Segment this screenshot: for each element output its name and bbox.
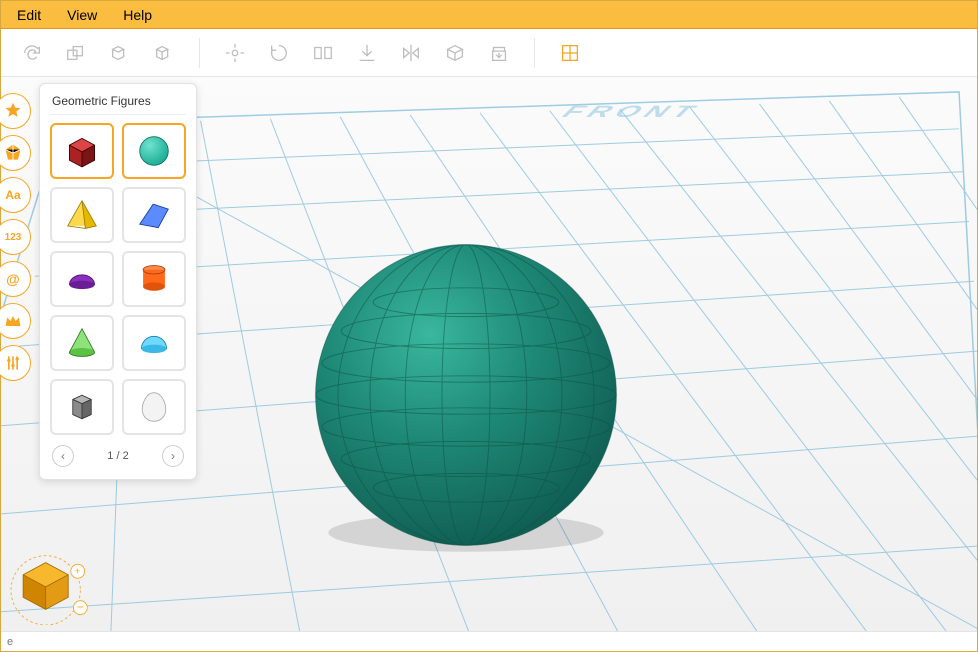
svg-text:FRONT: FRONT [556,102,707,120]
snap-button[interactable] [220,38,250,68]
cube-fill-button[interactable] [440,38,470,68]
ungroup-button[interactable] [149,38,179,68]
menu-help[interactable]: Help [123,7,152,23]
toolbar-separator [199,38,200,68]
svg-text:−: − [77,600,84,614]
star-tool[interactable] [0,93,31,129]
shape-cylinder[interactable] [122,251,186,307]
pager-label: 1 / 2 [107,450,128,462]
shape-cube[interactable] [50,123,114,179]
symbol-tool[interactable]: @ [0,261,31,297]
crown-tool[interactable] [0,303,31,339]
sliders-tool[interactable] [0,345,31,381]
shape-sphere[interactable] [122,123,186,179]
grid-toggle-button[interactable] [555,38,585,68]
shape-hemisphere[interactable] [122,315,186,371]
flip-button[interactable] [308,38,338,68]
duplicate-button[interactable] [105,38,135,68]
placed-sphere[interactable] [306,235,626,555]
status-text: e [7,636,13,648]
panel-title: Geometric Figures [50,92,186,115]
toolbar-separator [534,38,535,68]
download-button[interactable] [352,38,382,68]
shapes-panel: Geometric Figures [39,83,197,480]
export-button[interactable] [484,38,514,68]
number-tool[interactable]: 123 [0,219,31,255]
menu-edit[interactable]: Edit [17,7,41,23]
view-cube[interactable]: + − [5,547,95,625]
pager-prev[interactable]: ‹ [52,445,74,467]
shape-egg[interactable] [122,379,186,435]
panel-pager: ‹ 1 / 2 › [50,445,186,467]
shape-hex-prism[interactable] [50,379,114,435]
shape-half-dome[interactable] [50,251,114,307]
shape-prism[interactable] [122,187,186,243]
toolbar [1,29,977,77]
polyhedron-tool[interactable] [0,135,31,171]
redo-button[interactable] [17,38,47,68]
pager-next[interactable]: › [162,445,184,467]
shape-pyramid[interactable] [50,187,114,243]
mirror-button[interactable] [396,38,426,68]
menubar: Edit View Help [1,1,977,29]
svg-text:+: + [75,567,81,578]
group-button[interactable] [61,38,91,68]
tool-rail: Aa 123 @ [1,93,37,381]
status-bar: e [1,631,977,651]
text-tool[interactable]: Aa [0,177,31,213]
front-label: FRONT [556,102,707,120]
rotate-button[interactable] [264,38,294,68]
shape-cone[interactable] [50,315,114,371]
menu-view[interactable]: View [67,7,97,23]
